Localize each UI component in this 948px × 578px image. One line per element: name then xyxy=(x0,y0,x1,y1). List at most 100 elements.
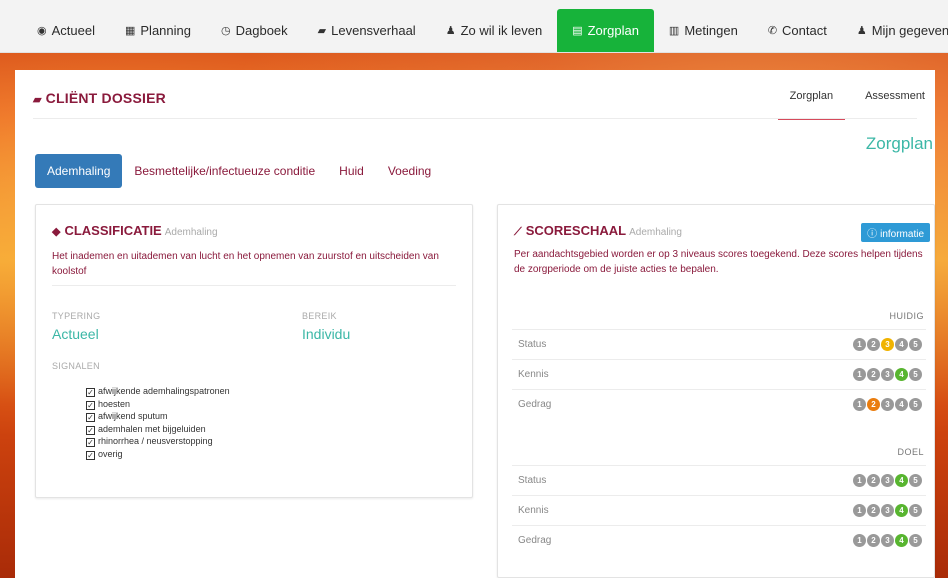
client-dossier-panel: ▰ CLIËNT DOSSIER Zorgplan Assessment Zorg… xyxy=(15,70,935,578)
book-icon: ▰ xyxy=(33,94,42,106)
nav-item-metingen[interactable]: ▥ Metingen xyxy=(654,9,753,52)
signaal-item: ✓ afwijkend sputum xyxy=(86,410,230,423)
phone-icon: ✆ xyxy=(767,25,778,37)
classificatie-title: ◆ CLASSIFICATIE Ademhaling xyxy=(52,223,218,238)
score-dot-5[interactable]: 5 xyxy=(909,368,922,381)
score-dot-4[interactable]: 4 xyxy=(895,338,908,351)
nav-item-dagboek[interactable]: ◷ Dagboek xyxy=(206,9,303,52)
score-dot-5[interactable]: 5 xyxy=(909,534,922,547)
classificatie-subtitle: Ademhaling xyxy=(164,227,218,238)
signaal-item: ✓ afwijkende ademhalingspatronen xyxy=(86,385,230,398)
checkbox-checked-icon[interactable]: ✓ xyxy=(86,400,95,410)
page-title: ▰ CLIËNT DOSSIER xyxy=(33,90,166,106)
typering-value: Actueel xyxy=(52,326,99,342)
tab-assessment[interactable]: Assessment xyxy=(865,90,925,120)
checkbox-checked-icon[interactable]: ✓ xyxy=(86,438,95,447)
subtab-voeding[interactable]: Voeding xyxy=(376,154,443,188)
clock-icon: ◷ xyxy=(221,25,231,37)
score-dots: 12345 xyxy=(852,534,926,547)
subtab-besmettelijke-conditie[interactable]: Besmettelijke/infectueuze conditie xyxy=(122,154,327,188)
checkbox-checked-icon[interactable]: ✓ xyxy=(86,425,95,435)
scoreschaal-title: ⟋ SCORESCHAAL Ademhaling xyxy=(514,223,682,239)
score-dot-2[interactable]: 2 xyxy=(867,338,880,351)
bereik-label: BEREIK xyxy=(302,311,337,321)
subtab-huid[interactable]: Huid xyxy=(327,154,376,188)
score-dot-3[interactable]: 3 xyxy=(881,534,894,547)
line-chart-icon: ⟋ xyxy=(514,226,522,238)
score-dot-5[interactable]: 5 xyxy=(909,398,922,411)
informatie-button-label: informatie xyxy=(880,229,924,240)
score-label: Kennis xyxy=(518,369,549,380)
score-dot-2[interactable]: 2 xyxy=(867,398,880,411)
score-dot-1[interactable]: 1 xyxy=(853,474,866,487)
score-dot-1[interactable]: 1 xyxy=(853,398,866,411)
score-dot-4[interactable]: 4 xyxy=(895,368,908,381)
page-title-text: CLIËNT DOSSIER xyxy=(45,90,166,106)
section-label: Zorgplan xyxy=(865,134,933,153)
score-label: Gedrag xyxy=(518,535,552,546)
checkbox-checked-icon[interactable]: ✓ xyxy=(86,388,95,397)
score-dot-3[interactable]: 3 xyxy=(881,504,894,517)
checkbox-checked-icon[interactable]: ✓ xyxy=(86,450,95,460)
divider xyxy=(33,118,917,119)
nav-item-zorgplan[interactable]: ▤ Zorgplan xyxy=(557,9,654,52)
informatie-button[interactable]: ⓘ informatie xyxy=(861,223,930,242)
signaal-item: ✓ ademhalen met bijgeluiden xyxy=(86,423,230,436)
score-dot-4[interactable]: 4 xyxy=(895,504,908,517)
nav-item-levensverhaal[interactable]: ▰ Levensverhaal xyxy=(303,9,431,52)
calendar-icon: ▦ xyxy=(124,25,136,37)
score-row-kennis: Kennis 1 2 3 4 5 xyxy=(512,359,926,389)
score-dot-2[interactable]: 2 xyxy=(867,368,880,381)
nav-item-contact[interactable]: ✆ Contact xyxy=(753,9,842,52)
score-row-kennis: Kennis 1 2 3 4 5 xyxy=(512,495,926,525)
score-dots: 12345 xyxy=(852,504,926,517)
nav-item-planning[interactable]: ▦ Planning xyxy=(110,9,206,52)
chart-icon: ▥ xyxy=(668,25,680,37)
score-dot-2[interactable]: 2 xyxy=(867,504,880,517)
scoreschaal-title-text: SCORESCHAAL xyxy=(525,223,627,238)
score-row-gedrag: Gedrag 1 2 3 4 5 xyxy=(512,389,926,419)
nav-item-label: Mijn gegevens xyxy=(871,23,948,38)
classificatie-description: Het inademen en uitademen van lucht en h… xyxy=(52,251,439,277)
tab-zorgplan[interactable]: Zorgplan xyxy=(777,90,846,120)
subtab-ademhaling[interactable]: Ademhaling xyxy=(35,154,123,188)
nav-item-mijn-gegevens[interactable]: ♟ Mijn gegevens xyxy=(842,9,948,52)
score-dot-5[interactable]: 5 xyxy=(909,474,922,487)
score-dot-3[interactable]: 3 xyxy=(881,368,894,381)
book-icon: ▰ xyxy=(317,25,327,37)
signaal-item: ✓ overig xyxy=(86,448,230,461)
score-row-gedrag: Gedrag 1 2 3 4 5 xyxy=(512,525,926,555)
score-dot-1[interactable]: 1 xyxy=(853,504,866,517)
dashboard-icon: ◉ xyxy=(37,25,47,37)
score-dot-5[interactable]: 5 xyxy=(909,338,922,351)
score-dots: 12345 xyxy=(852,368,926,381)
score-dots: 12345 xyxy=(852,474,926,487)
signaal-item: ✓ rhinorrhea / neusverstopping xyxy=(86,435,230,448)
nav-item-zo-wil-ik-leven[interactable]: ♟ Zo wil ik leven xyxy=(431,9,558,52)
score-dot-4[interactable]: 4 xyxy=(895,398,908,411)
score-dots: 12345 xyxy=(852,398,926,411)
scoreschaal-description: Per aandachtsgebied worden er op 3 nivea… xyxy=(514,249,923,275)
score-dot-1[interactable]: 1 xyxy=(853,338,866,351)
doel-header: DOEL xyxy=(897,447,924,457)
score-dot-3[interactable]: 3 xyxy=(881,398,894,411)
signalen-list: ✓ afwijkende ademhalingspatronen ✓ hoesten ✓… xyxy=(86,385,230,460)
nav-item-actueel[interactable]: ◉ Actueel xyxy=(22,9,110,52)
classificatie-title-text: CLASSIFICATIE xyxy=(64,223,162,238)
score-dot-3[interactable]: 3 xyxy=(881,474,894,487)
score-dot-2[interactable]: 2 xyxy=(867,474,880,487)
score-dot-4[interactable]: 4 xyxy=(895,534,908,547)
signalen-label: SIGNALEN xyxy=(52,361,100,371)
score-dot-2[interactable]: 2 xyxy=(867,534,880,547)
nav-item-label: Zorgplan xyxy=(587,23,639,38)
score-dot-1[interactable]: 1 xyxy=(853,368,866,381)
score-dot-5[interactable]: 5 xyxy=(909,504,922,517)
checkbox-checked-icon[interactable]: ✓ xyxy=(86,413,95,422)
score-dot-4[interactable]: 4 xyxy=(895,474,908,487)
signaal-label: afwijkend sputum xyxy=(98,411,168,421)
score-dot-3[interactable]: 3 xyxy=(881,338,894,351)
top-navigation: ◉ Actueel ▦ Planning ◷ Dagboek ▰ Levensverhaal ♟… xyxy=(0,0,948,53)
info-icon: ⓘ xyxy=(867,229,878,240)
score-dot-1[interactable]: 1 xyxy=(853,534,866,547)
signaal-label: afwijkende ademhalingspatronen xyxy=(98,386,230,396)
